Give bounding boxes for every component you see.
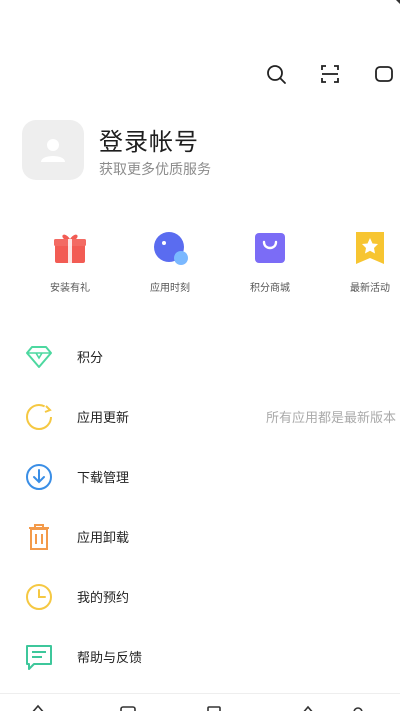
- menu-item-download-manager[interactable]: 下载管理: [0, 447, 400, 507]
- menu-item-label: 应用卸载: [77, 531, 130, 546]
- scan-button[interactable]: [316, 60, 344, 88]
- login-title[interactable]: 登录帐号: [99, 122, 199, 157]
- login-profile-card[interactable]: 登录帐号 获取更多优质服务: [22, 120, 382, 182]
- message-button[interactable]: [370, 60, 398, 88]
- update-status-text: 所有应用都是最新版本: [265, 411, 396, 426]
- login-subtitle: 获取更多优质服务: [99, 162, 211, 178]
- apps-tab-icon[interactable]: [120, 704, 136, 711]
- quick-action-latest-events[interactable]: 最新活动: [330, 230, 400, 294]
- ranking-tab-icon[interactable]: [300, 704, 316, 711]
- shopping-bag-icon: [255, 233, 285, 263]
- menu-item-label: 积分: [77, 351, 104, 366]
- star-flag-icon: [356, 232, 384, 264]
- scan-icon: [321, 65, 339, 83]
- menu-item-uninstall[interactable]: 应用卸载: [0, 507, 400, 567]
- user-icon: [41, 139, 65, 162]
- gem-icon: [26, 346, 52, 368]
- menu-item-my-reservations[interactable]: 我的预约: [0, 567, 400, 627]
- quick-actions: 安装有礼 应用时刻 积分商城 最新活动: [0, 230, 400, 300]
- message-icon: [375, 66, 393, 82]
- trash-icon: [29, 524, 49, 550]
- download-icon: [26, 464, 52, 490]
- quick-action-install-gift[interactable]: 安装有礼: [30, 230, 110, 294]
- header-actions: [260, 60, 400, 88]
- quick-action-label: 最新活动: [350, 283, 390, 294]
- menu-item-app-update[interactable]: 应用更新 所有应用都是最新版本: [0, 387, 400, 447]
- menu-item-label: 帮助与反馈: [77, 651, 143, 666]
- search-button[interactable]: [262, 60, 290, 88]
- quick-action-label: 应用时刻: [150, 283, 190, 294]
- moment-icon: [154, 232, 188, 265]
- clock-icon: [26, 584, 52, 610]
- menu-item-label: 下载管理: [77, 471, 130, 486]
- home-icon[interactable]: [30, 704, 46, 711]
- search-icon: [267, 65, 286, 84]
- menu-item-label: 我的预约: [77, 591, 130, 606]
- games-tab-icon[interactable]: [206, 704, 222, 711]
- menu-item-label: 应用更新: [77, 411, 130, 426]
- status-corner-icon: [396, 0, 400, 4]
- quick-action-app-moment[interactable]: 应用时刻: [130, 230, 210, 294]
- quick-action-label: 积分商城: [250, 283, 290, 294]
- menu-item-points[interactable]: 积分: [0, 327, 400, 387]
- refresh-icon: [26, 404, 52, 430]
- gift-icon: [54, 234, 86, 263]
- mine-tab-icon[interactable]: [350, 704, 366, 711]
- feedback-icon: [26, 645, 52, 670]
- quick-action-label: 安装有礼: [50, 283, 90, 294]
- bottom-navigation: [0, 693, 400, 711]
- avatar[interactable]: [22, 120, 84, 180]
- menu-item-help-feedback[interactable]: 帮助与反馈: [0, 627, 400, 687]
- quick-action-points-mall[interactable]: 积分商城: [230, 230, 310, 294]
